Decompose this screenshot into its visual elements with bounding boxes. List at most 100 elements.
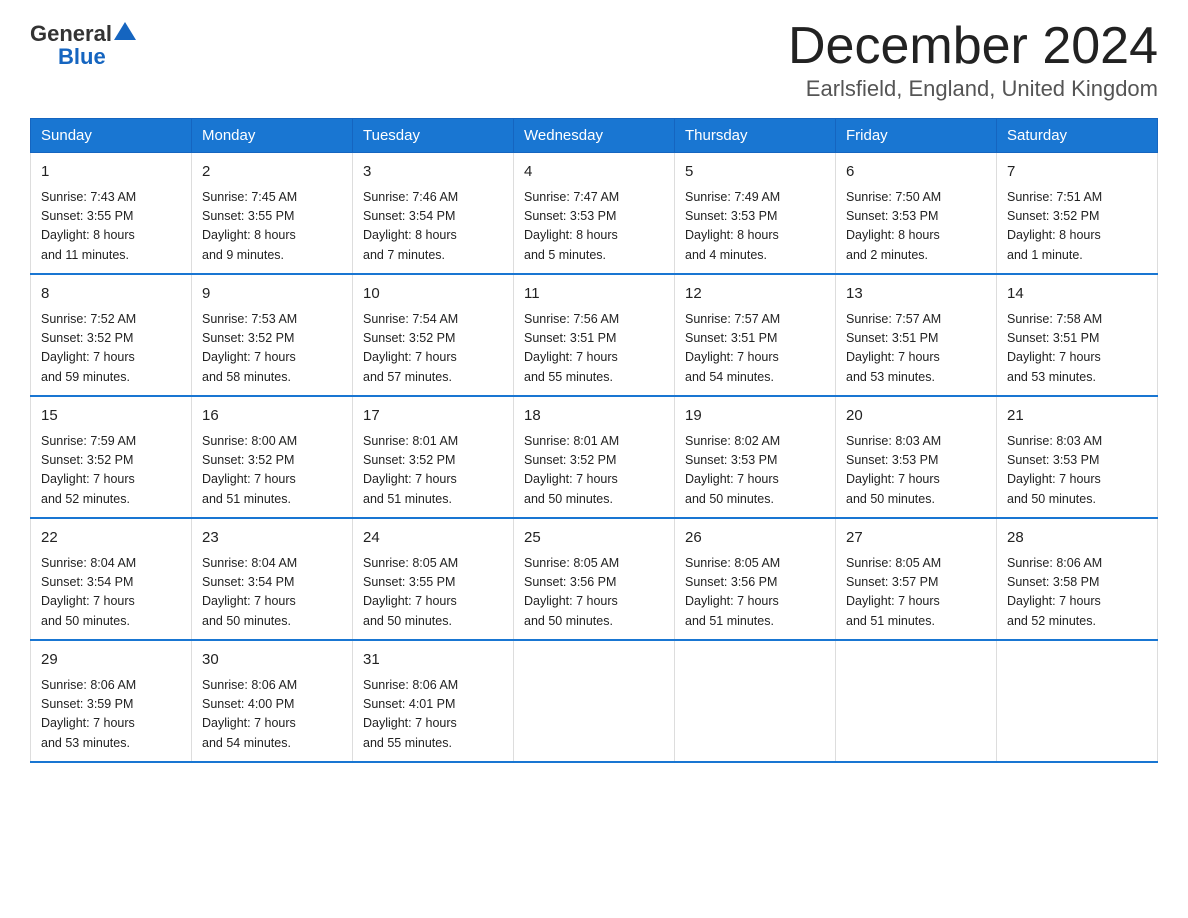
day-info: Sunrise: 7:54 AMSunset: 3:52 PMDaylight:…: [363, 310, 503, 388]
weekday-header-row: SundayMondayTuesdayWednesdayThursdayFrid…: [31, 119, 1158, 153]
calendar-cell: 7 Sunrise: 7:51 AMSunset: 3:52 PMDaylight…: [997, 153, 1158, 275]
weekday-header-sunday: Sunday: [31, 119, 192, 153]
day-number: 14: [1007, 283, 1147, 306]
calendar-cell: 3 Sunrise: 7:46 AMSunset: 3:54 PMDaylight…: [353, 153, 514, 275]
day-number: 7: [1007, 161, 1147, 184]
weekday-header-thursday: Thursday: [675, 119, 836, 153]
day-number: 1: [41, 161, 181, 184]
day-info: Sunrise: 7:59 AMSunset: 3:52 PMDaylight:…: [41, 432, 181, 510]
day-info: Sunrise: 7:57 AMSunset: 3:51 PMDaylight:…: [846, 310, 986, 388]
logo-blue-text: Blue: [58, 44, 106, 69]
day-info: Sunrise: 7:47 AMSunset: 3:53 PMDaylight:…: [524, 188, 664, 266]
calendar-cell: 25Sunrise: 8:05 AMSunset: 3:56 PMDayligh…: [514, 518, 675, 640]
day-number: 19: [685, 405, 825, 428]
day-info: Sunrise: 8:05 AMSunset: 3:56 PMDaylight:…: [524, 554, 664, 632]
day-number: 21: [1007, 405, 1147, 428]
day-info: Sunrise: 8:00 AMSunset: 3:52 PMDaylight:…: [202, 432, 342, 510]
calendar-cell: [836, 640, 997, 762]
calendar-cell: 26Sunrise: 8:05 AMSunset: 3:56 PMDayligh…: [675, 518, 836, 640]
calendar-cell: [997, 640, 1158, 762]
calendar-cell: 10 Sunrise: 7:54 AMSunset: 3:52 PMDayligh…: [353, 274, 514, 396]
title-area: December 2024 Earlsfield, England, Unite…: [788, 20, 1158, 102]
day-number: 11: [524, 283, 664, 306]
calendar-week-row: 1 Sunrise: 7:43 AMSunset: 3:55 PMDaylight…: [31, 153, 1158, 275]
day-info: Sunrise: 8:05 AMSunset: 3:55 PMDaylight:…: [363, 554, 503, 632]
location-title: Earlsfield, England, United Kingdom: [788, 76, 1158, 102]
day-info: Sunrise: 8:04 AMSunset: 3:54 PMDaylight:…: [202, 554, 342, 632]
day-number: 15: [41, 405, 181, 428]
calendar-cell: 18Sunrise: 8:01 AMSunset: 3:52 PMDayligh…: [514, 396, 675, 518]
day-number: 31: [363, 649, 503, 672]
day-info: Sunrise: 8:05 AMSunset: 3:57 PMDaylight:…: [846, 554, 986, 632]
day-number: 10: [363, 283, 503, 306]
day-info: Sunrise: 8:06 AMSunset: 3:59 PMDaylight:…: [41, 676, 181, 754]
day-info: Sunrise: 7:46 AMSunset: 3:54 PMDaylight:…: [363, 188, 503, 266]
day-number: 24: [363, 527, 503, 550]
calendar-cell: 4 Sunrise: 7:47 AMSunset: 3:53 PMDaylight…: [514, 153, 675, 275]
calendar-cell: 23 Sunrise: 8:04 AMSunset: 3:54 PMDayligh…: [192, 518, 353, 640]
day-info: Sunrise: 8:03 AMSunset: 3:53 PMDaylight:…: [846, 432, 986, 510]
calendar-week-row: 29Sunrise: 8:06 AMSunset: 3:59 PMDayligh…: [31, 640, 1158, 762]
logo: General Blue: [30, 20, 138, 70]
day-number: 3: [363, 161, 503, 184]
logo-triangle-icon: [114, 20, 136, 42]
calendar-cell: 8Sunrise: 7:52 AMSunset: 3:52 PMDaylight…: [31, 274, 192, 396]
day-info: Sunrise: 8:06 AMSunset: 4:00 PMDaylight:…: [202, 676, 342, 754]
calendar-week-row: 8Sunrise: 7:52 AMSunset: 3:52 PMDaylight…: [31, 274, 1158, 396]
day-info: Sunrise: 7:58 AMSunset: 3:51 PMDaylight:…: [1007, 310, 1147, 388]
calendar-cell: 22Sunrise: 8:04 AMSunset: 3:54 PMDayligh…: [31, 518, 192, 640]
day-number: 4: [524, 161, 664, 184]
calendar-cell: 27Sunrise: 8:05 AMSunset: 3:57 PMDayligh…: [836, 518, 997, 640]
calendar-cell: 5 Sunrise: 7:49 AMSunset: 3:53 PMDaylight…: [675, 153, 836, 275]
day-info: Sunrise: 8:02 AMSunset: 3:53 PMDaylight:…: [685, 432, 825, 510]
day-number: 28: [1007, 527, 1147, 550]
day-info: Sunrise: 7:52 AMSunset: 3:52 PMDaylight:…: [41, 310, 181, 388]
day-info: Sunrise: 7:53 AMSunset: 3:52 PMDaylight:…: [202, 310, 342, 388]
day-info: Sunrise: 7:45 AMSunset: 3:55 PMDaylight:…: [202, 188, 342, 266]
weekday-header-monday: Monday: [192, 119, 353, 153]
page-header: General Blue December 2024 Earlsfield, E…: [30, 20, 1158, 102]
day-info: Sunrise: 8:06 AMSunset: 3:58 PMDaylight:…: [1007, 554, 1147, 632]
calendar-cell: [675, 640, 836, 762]
day-number: 6: [846, 161, 986, 184]
day-number: 30: [202, 649, 342, 672]
calendar-cell: 14 Sunrise: 7:58 AMSunset: 3:51 PMDayligh…: [997, 274, 1158, 396]
calendar-cell: 13 Sunrise: 7:57 AMSunset: 3:51 PMDayligh…: [836, 274, 997, 396]
day-info: Sunrise: 8:03 AMSunset: 3:53 PMDaylight:…: [1007, 432, 1147, 510]
day-info: Sunrise: 8:01 AMSunset: 3:52 PMDaylight:…: [363, 432, 503, 510]
day-number: 2: [202, 161, 342, 184]
day-number: 16: [202, 405, 342, 428]
calendar-cell: [514, 640, 675, 762]
calendar-cell: 12 Sunrise: 7:57 AMSunset: 3:51 PMDayligh…: [675, 274, 836, 396]
weekday-header-wednesday: Wednesday: [514, 119, 675, 153]
day-info: Sunrise: 7:43 AMSunset: 3:55 PMDaylight:…: [41, 188, 181, 266]
calendar-cell: 11Sunrise: 7:56 AMSunset: 3:51 PMDayligh…: [514, 274, 675, 396]
weekday-header-saturday: Saturday: [997, 119, 1158, 153]
day-number: 22: [41, 527, 181, 550]
day-number: 9: [202, 283, 342, 306]
day-info: Sunrise: 8:06 AMSunset: 4:01 PMDaylight:…: [363, 676, 503, 754]
calendar-cell: 19 Sunrise: 8:02 AMSunset: 3:53 PMDayligh…: [675, 396, 836, 518]
day-info: Sunrise: 8:05 AMSunset: 3:56 PMDaylight:…: [685, 554, 825, 632]
calendar-cell: 6 Sunrise: 7:50 AMSunset: 3:53 PMDaylight…: [836, 153, 997, 275]
calendar-cell: 24 Sunrise: 8:05 AMSunset: 3:55 PMDayligh…: [353, 518, 514, 640]
day-number: 17: [363, 405, 503, 428]
day-info: Sunrise: 7:57 AMSunset: 3:51 PMDaylight:…: [685, 310, 825, 388]
calendar-cell: 31 Sunrise: 8:06 AMSunset: 4:01 PMDayligh…: [353, 640, 514, 762]
day-number: 5: [685, 161, 825, 184]
day-info: Sunrise: 7:51 AMSunset: 3:52 PMDaylight:…: [1007, 188, 1147, 266]
day-number: 13: [846, 283, 986, 306]
weekday-header-tuesday: Tuesday: [353, 119, 514, 153]
day-info: Sunrise: 7:50 AMSunset: 3:53 PMDaylight:…: [846, 188, 986, 266]
weekday-header-friday: Friday: [836, 119, 997, 153]
calendar-cell: 20 Sunrise: 8:03 AMSunset: 3:53 PMDayligh…: [836, 396, 997, 518]
day-info: Sunrise: 8:01 AMSunset: 3:52 PMDaylight:…: [524, 432, 664, 510]
calendar-cell: 9 Sunrise: 7:53 AMSunset: 3:52 PMDaylight…: [192, 274, 353, 396]
calendar-week-row: 22 Sunrise: 8:04 AMSunset: 3:54 PMDayligh…: [31, 518, 1158, 640]
calendar-cell: 16 Sunrise: 8:00 AMSunset: 3:52 PMDayligh…: [192, 396, 353, 518]
day-number: 12: [685, 283, 825, 306]
day-number: 23: [202, 527, 342, 550]
day-info: Sunrise: 7:49 AMSunset: 3:53 PMDaylight:…: [685, 188, 825, 266]
calendar-cell: 17 Sunrise: 8:01 AMSunset: 3:52 PMDayligh…: [353, 396, 514, 518]
day-number: 20: [846, 405, 986, 428]
